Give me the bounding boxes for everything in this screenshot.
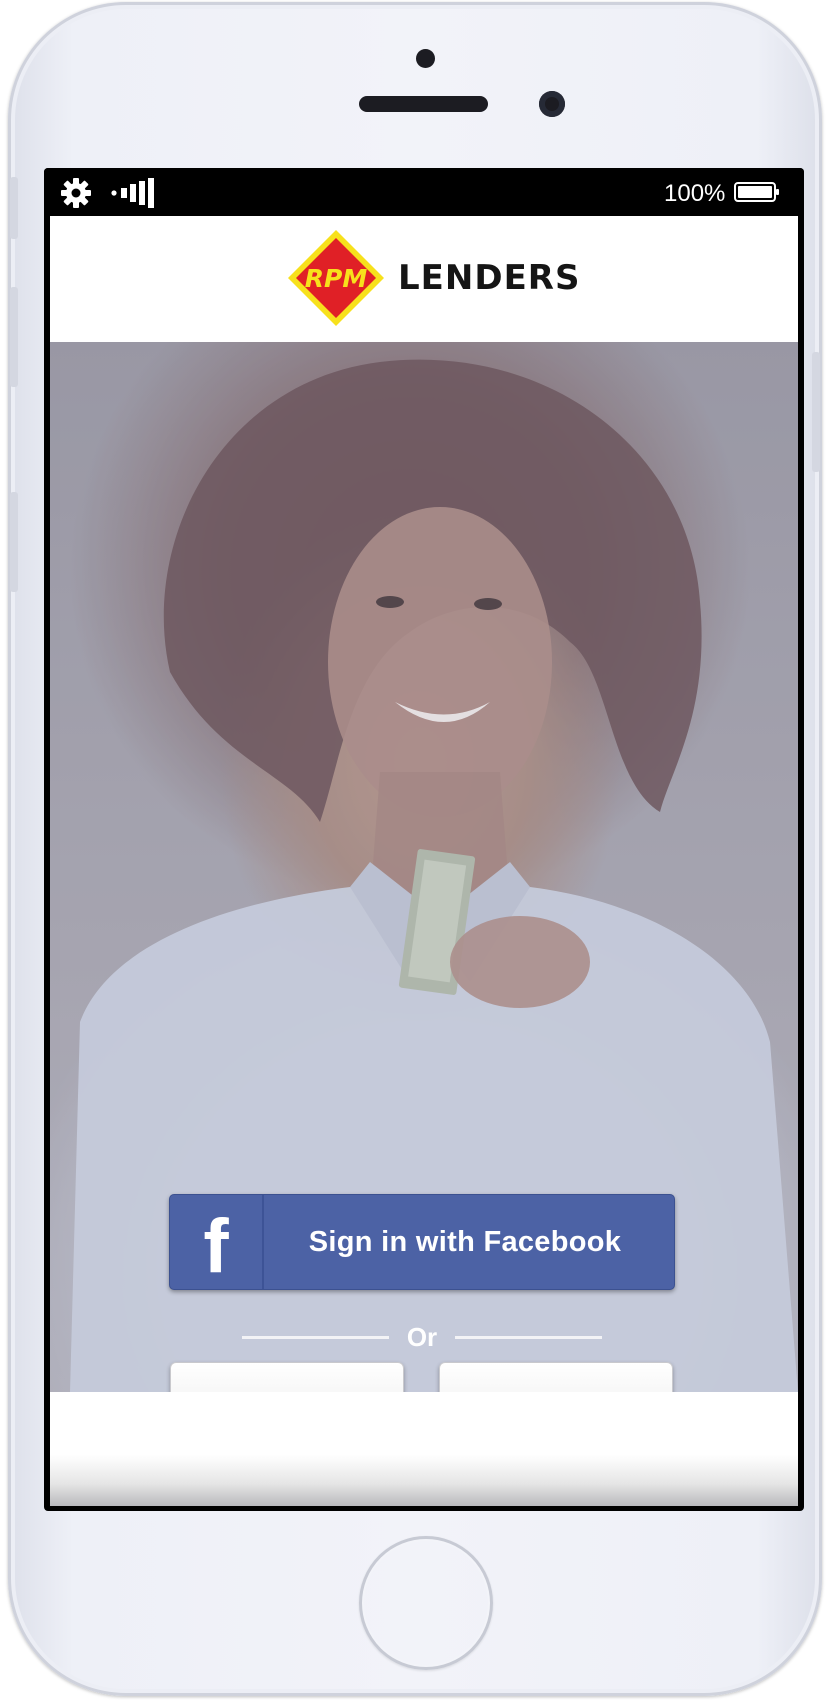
front-camera [539, 91, 565, 117]
screen: 100% RPM LENDERS f Sign in with Facebook… [44, 168, 804, 1511]
mute-switch [10, 177, 18, 239]
proximity-sensor [416, 49, 435, 68]
or-divider: Or [242, 1322, 602, 1352]
home-button[interactable] [359, 1536, 493, 1670]
volume-down-button [10, 492, 18, 592]
earpiece-speaker [359, 96, 488, 112]
gear-icon [61, 178, 91, 208]
facebook-signin-label: Sign in with Facebook [308, 1225, 622, 1258]
signal-icon [111, 178, 154, 208]
volume-up-button [10, 287, 18, 387]
battery-icon [734, 182, 779, 202]
app-header: RPM LENDERS [50, 216, 798, 342]
facebook-signin-button[interactable]: f Sign in with Facebook [169, 1194, 675, 1290]
divider-line-left [242, 1335, 389, 1339]
app-content: RPM LENDERS f Sign in with Facebook Or [50, 216, 798, 1506]
footer-area [50, 1392, 798, 1506]
or-text: Or [406, 1321, 438, 1352]
logo-text: RPM [305, 264, 368, 293]
hero-background-photo: f Sign in with Facebook Or Sign In Regis… [50, 342, 798, 1454]
facebook-icon-box: f [170, 1195, 264, 1289]
facebook-f-icon: f [203, 1204, 229, 1289]
divider-line-right [455, 1335, 602, 1339]
phone-frame: 100% RPM LENDERS f Sign in with Facebook… [8, 2, 822, 1696]
power-button [812, 352, 820, 472]
battery-percentage: 100% [664, 180, 726, 207]
brand-name: LENDERS [398, 258, 581, 298]
rpm-logo: RPM [288, 230, 384, 326]
status-bar: 100% [44, 168, 804, 216]
